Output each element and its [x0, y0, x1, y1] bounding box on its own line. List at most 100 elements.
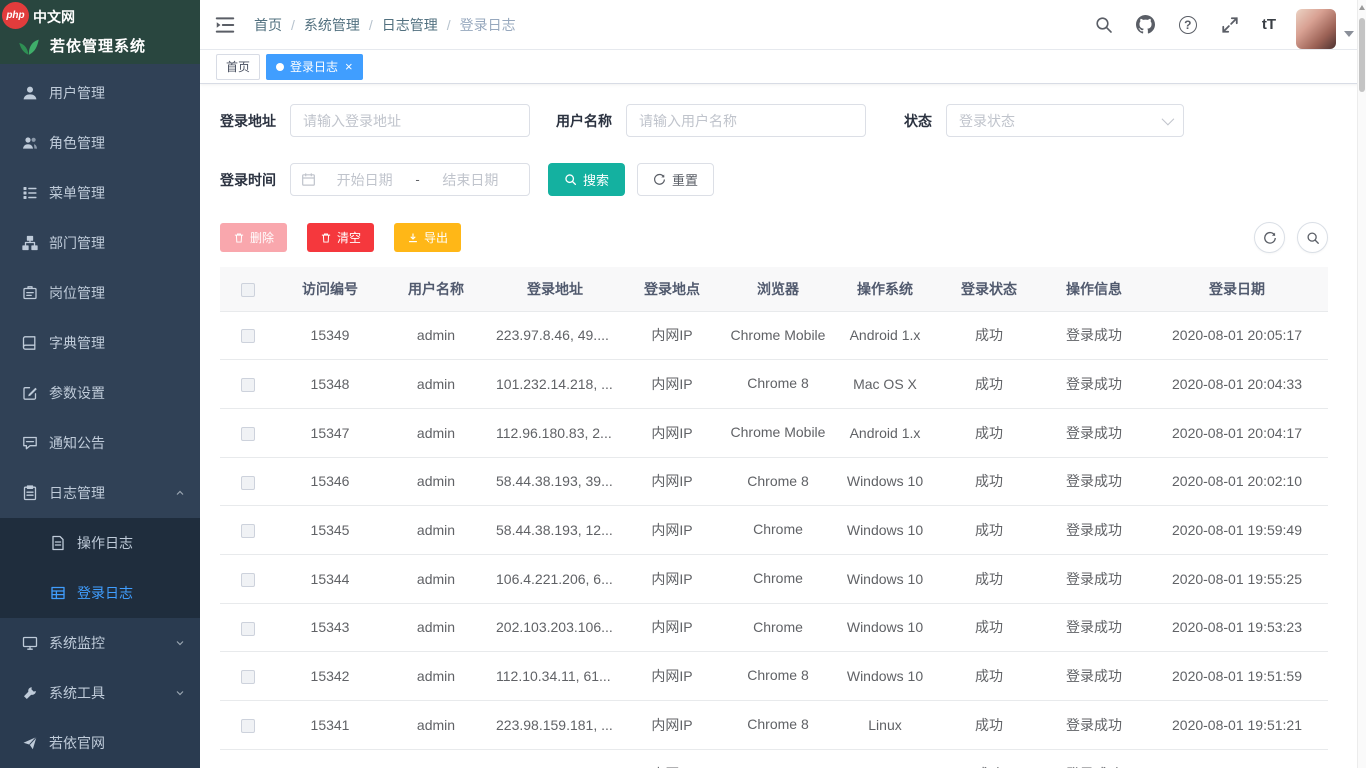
sidebar-item-log-management[interactable]: 日志管理	[0, 468, 200, 518]
end-date-input[interactable]	[422, 172, 519, 188]
table-row: 15341admin223.98.159.181, ...内网IPChrome …	[220, 701, 1328, 750]
sidebar-item-label: 角色管理	[49, 133, 105, 153]
delete-button[interactable]: 删除	[220, 223, 287, 252]
php-logo: php	[2, 2, 29, 29]
user-avatar[interactable]	[1296, 9, 1336, 49]
sidebar-item-menu-management[interactable]: 菜单管理	[0, 168, 200, 218]
cell-address: 58.44.38.193, 39...	[488, 457, 622, 506]
app-window: php 中文网 若依管理系统 用户管理 角色管理 菜单管理	[0, 0, 1366, 768]
page-content: 登录地址 用户名称 状态 登录状态 登录时间	[200, 84, 1366, 768]
login-address-input[interactable]	[290, 104, 530, 137]
cell-os: Android 1.x	[834, 311, 936, 360]
clear-button[interactable]: 清空	[307, 223, 374, 252]
sidebar-item-official-site[interactable]: 若依官网	[0, 718, 200, 768]
cell-checkbox	[220, 506, 276, 555]
sidebar-item-login-log[interactable]: 登录日志	[0, 568, 200, 618]
row-checkbox[interactable]	[241, 329, 255, 343]
sidebar-item-system-monitor[interactable]: 系统监控	[0, 618, 200, 668]
refresh-table-button[interactable]	[1254, 222, 1285, 253]
document-icon	[50, 535, 66, 551]
col-date: 登录日期	[1146, 267, 1328, 311]
cell-id: 15341	[276, 701, 384, 750]
user-icon	[22, 85, 38, 101]
cell-address: 223.98.159.181, ...	[488, 701, 622, 750]
breadcrumb-system[interactable]: 系统管理	[304, 15, 360, 35]
cell-browser: Chrome	[722, 554, 834, 603]
cell-status: 成功	[936, 603, 1042, 652]
sidebar-item-system-tools[interactable]: 系统工具	[0, 668, 200, 718]
status-select[interactable]: 登录状态	[946, 104, 1184, 137]
reset-button[interactable]: 重置	[637, 163, 714, 196]
user-name-input[interactable]	[626, 104, 866, 137]
sidebar-item-post-management[interactable]: 岗位管理	[0, 268, 200, 318]
search-button[interactable]: 搜索	[548, 163, 625, 196]
sidebar-item-user-management[interactable]: 用户管理	[0, 68, 200, 118]
paper-plane-icon	[22, 735, 38, 751]
list-icon	[22, 185, 38, 201]
toggle-search-button[interactable]	[1297, 222, 1328, 253]
github-icon[interactable]	[1136, 15, 1156, 35]
cell-message: 登录成功	[1042, 311, 1146, 360]
sidebar-item-operation-log[interactable]: 操作日志	[0, 518, 200, 568]
row-checkbox[interactable]	[241, 427, 255, 441]
cell-status: 成功	[936, 701, 1042, 750]
search-form-row-2: 登录时间 - 搜索 重置	[220, 163, 1328, 196]
start-date-input[interactable]	[316, 172, 413, 188]
select-all-checkbox[interactable]	[241, 283, 255, 297]
table-row: 15349admin223.97.8.46, 49....内网IPChrome …	[220, 311, 1328, 360]
help-icon[interactable]: ?	[1178, 15, 1198, 35]
breadcrumb-log[interactable]: 日志管理	[382, 15, 438, 35]
chevron-up-icon	[174, 487, 186, 499]
cell-id: 15343	[276, 603, 384, 652]
cell-address: 101.232.14.218, ...	[488, 360, 622, 409]
date-range-picker[interactable]: -	[290, 163, 530, 196]
export-button[interactable]: 导出	[394, 223, 461, 252]
fullscreen-icon[interactable]	[1220, 15, 1240, 35]
col-id: 访问编号	[276, 267, 384, 311]
header-search-icon[interactable]	[1094, 15, 1114, 35]
book-icon	[22, 335, 38, 351]
sidebar-item-label: 参数设置	[49, 383, 105, 403]
row-checkbox[interactable]	[241, 378, 255, 392]
row-checkbox[interactable]	[241, 524, 255, 538]
sidebar-item-label: 岗位管理	[49, 283, 105, 303]
leaf-logo-icon	[16, 32, 42, 58]
sidebar-item-label: 日志管理	[49, 483, 105, 503]
cell-checkbox	[220, 408, 276, 457]
tab-home[interactable]: 首页	[216, 54, 260, 80]
sidebar-item-label: 若依官网	[49, 733, 105, 753]
cell-date: 2020-08-01 19:51:15	[1146, 749, 1328, 768]
sidebar-item-role-management[interactable]: 角色管理	[0, 118, 200, 168]
cell-status: 成功	[936, 311, 1042, 360]
cell-message: 登录成功	[1042, 701, 1146, 750]
cell-date: 2020-08-01 19:51:21	[1146, 701, 1328, 750]
login-address-label: 登录地址	[220, 111, 276, 131]
font-size-icon[interactable]: tT	[1262, 16, 1276, 33]
sidebar-item-dict-management[interactable]: 字典管理	[0, 318, 200, 368]
chevron-down-icon	[174, 687, 186, 699]
row-checkbox[interactable]	[241, 670, 255, 684]
tab-login-log[interactable]: 登录日志 ×	[266, 54, 363, 80]
sidebar-item-label: 操作日志	[77, 533, 133, 553]
sidebar-item-dept-management[interactable]: 部门管理	[0, 218, 200, 268]
cell-user: admin	[384, 652, 488, 701]
sidebar-toggle-button[interactable]	[214, 14, 236, 36]
sidebar: php 中文网 若依管理系统 用户管理 角色管理 菜单管理	[0, 0, 200, 768]
monitor-icon	[22, 635, 38, 651]
row-checkbox[interactable]	[241, 719, 255, 733]
app-brand[interactable]: 若依管理系统	[16, 32, 146, 58]
app-title: 若依管理系统	[50, 35, 146, 56]
row-checkbox[interactable]	[241, 476, 255, 490]
tab-close-icon[interactable]: ×	[345, 60, 353, 73]
row-checkbox[interactable]	[241, 622, 255, 636]
scrollbar-thumb[interactable]	[1359, 18, 1365, 92]
sidebar-menu: 用户管理 角色管理 菜单管理 部门管理 岗位管理 字典管理	[0, 68, 200, 768]
cell-os: Windows 10	[834, 457, 936, 506]
scroll-up-icon[interactable]	[1359, 5, 1365, 10]
sidebar-item-notice[interactable]: 通知公告	[0, 418, 200, 468]
breadcrumb-home[interactable]: 首页	[254, 15, 282, 35]
caret-down-icon[interactable]	[1344, 31, 1354, 37]
clipboard-icon	[22, 485, 38, 501]
sidebar-item-param-settings[interactable]: 参数设置	[0, 368, 200, 418]
row-checkbox[interactable]	[241, 573, 255, 587]
